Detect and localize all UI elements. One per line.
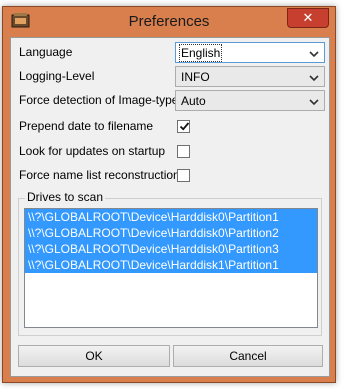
force-image-type-value: Auto [181,94,206,108]
drives-list[interactable]: \\?\GLOBALROOT\Device\Harddisk0\Partitio… [24,208,318,328]
cancel-button[interactable]: Cancel [173,345,323,367]
language-value: English [178,44,223,62]
title-bar[interactable]: Preferences ✕ [3,7,335,37]
prepend-date-checkbox[interactable] [177,120,190,133]
chevron-down-icon [309,72,319,82]
preferences-dialog: Preferences ✕ Language English Logging-L… [2,6,336,383]
list-item[interactable]: \\?\GLOBALROOT\Device\Harddisk1\Partitio… [25,257,317,273]
chevron-down-icon [309,96,319,106]
look-for-updates-label: Look for updates on startup [19,144,166,158]
list-item[interactable]: \\?\GLOBALROOT\Device\Harddisk0\Partitio… [25,209,317,225]
language-label: Language [19,45,73,59]
logging-level-label: Logging-Level [19,69,95,83]
logging-level-value: INFO [181,70,210,84]
logging-level-dropdown[interactable]: INFO [175,66,325,87]
list-item[interactable]: \\?\GLOBALROOT\Device\Harddisk0\Partitio… [25,225,317,241]
close-button[interactable]: ✕ [287,8,329,28]
dialog-title: Preferences [128,13,210,30]
checkmark-icon [179,122,190,131]
force-name-list-label: Force name list reconstruction [19,168,180,182]
force-image-type-dropdown[interactable]: Auto [175,90,325,111]
look-for-updates-checkbox[interactable] [177,145,190,158]
prepend-date-label: Prepend date to filename [19,119,154,133]
chevron-down-icon [309,48,319,58]
ok-button[interactable]: OK [18,345,170,367]
drives-legend: Drives to scan [25,190,106,204]
list-item[interactable]: \\?\GLOBALROOT\Device\Harddisk0\Partitio… [25,241,317,257]
language-dropdown[interactable]: English [175,42,325,63]
force-name-list-checkbox[interactable] [177,169,190,182]
dialog-body: Language English Logging-Level INFO Forc… [10,37,330,377]
force-image-type-label: Force detection of Image-type [19,93,179,107]
